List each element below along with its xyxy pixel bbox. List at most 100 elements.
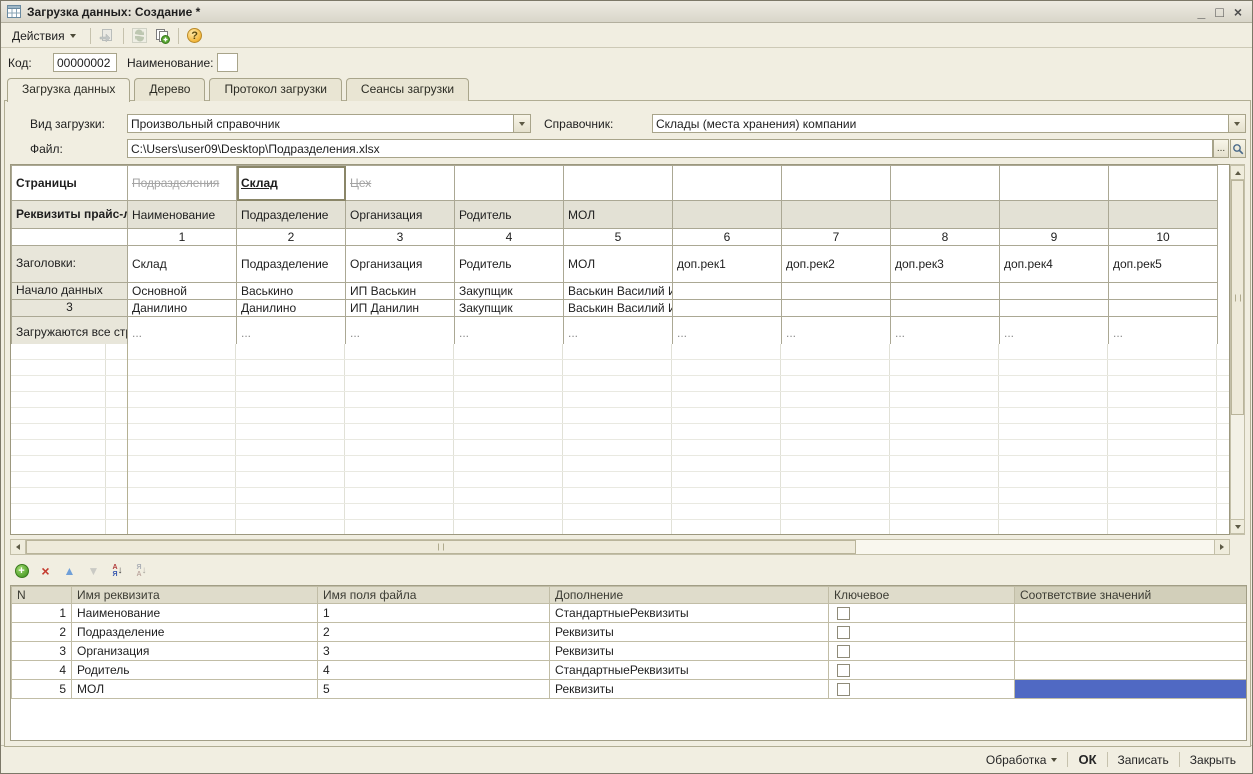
write-button[interactable]: Записать [1108,749,1179,771]
data-cell[interactable]: Основной [128,283,237,300]
column-number[interactable]: 2 [237,229,346,246]
cell-attr[interactable]: Родитель [72,661,318,680]
cell-match[interactable] [1015,604,1248,623]
copy-new-button[interactable] [153,27,171,45]
grid-horizontal-scrollbar[interactable] [10,539,1230,555]
column-number[interactable]: 1 [128,229,237,246]
key-checkbox[interactable] [837,664,850,677]
data-cell[interactable]: ИП Васькин [346,283,455,300]
header-value-cell[interactable]: доп.рек3 [891,246,1000,283]
scroll-down-button[interactable] [1231,519,1244,534]
reread-button[interactable] [98,27,116,45]
cell-attr[interactable]: Организация [72,642,318,661]
data-cell[interactable]: Васькин Василий И [564,283,673,300]
cell-key[interactable] [829,680,1015,699]
column-number[interactable]: 9 [1000,229,1109,246]
cell-extra[interactable]: СтандартныеРеквизиты [550,604,829,623]
attr-header-cell[interactable]: Наименование [128,201,237,229]
headers-row-label[interactable]: Заголовки: [12,246,128,283]
header-value-cell[interactable]: Организация [346,246,455,283]
cell-field[interactable]: 3 [318,642,550,661]
header-value-cell[interactable]: доп.рек4 [1000,246,1109,283]
tab-tree[interactable]: Дерево [134,78,205,101]
cell-match-selected[interactable] [1015,680,1248,699]
cell-n[interactable]: 1 [12,604,72,623]
cell-attr[interactable]: Наименование [72,604,318,623]
code-input[interactable]: 00000002 [53,53,117,72]
grid-empty-area[interactable] [11,344,1230,535]
data-cell[interactable] [1000,300,1109,317]
cell-attr[interactable]: Подразделение [72,623,318,642]
minimize-button[interactable]: _ [1198,5,1206,19]
maximize-button[interactable]: □ [1215,5,1223,19]
ok-button[interactable]: ОК [1068,748,1106,771]
data-cell[interactable] [782,300,891,317]
catalog-dropdown-button[interactable] [1228,115,1245,132]
cell-n[interactable]: 5 [12,680,72,699]
attr-header-cell[interactable] [673,201,782,229]
cell-key[interactable] [829,642,1015,661]
load-type-dropdown-button[interactable] [513,115,530,132]
data-cell[interactable]: ИП Данилин [346,300,455,317]
data-cell[interactable] [1109,300,1218,317]
data-cell[interactable]: Васькино [237,283,346,300]
move-up-button[interactable]: ▲ [61,563,78,580]
header-value-cell[interactable]: доп.рек2 [782,246,891,283]
cell-key[interactable] [829,604,1015,623]
close-button[interactable]: × [1234,5,1242,19]
data-cell[interactable]: Васькин Василий И [564,300,673,317]
grid-cell[interactable] [564,166,673,201]
grid-cell[interactable] [1109,166,1218,201]
cell-field[interactable]: 2 [318,623,550,642]
cell-key[interactable] [829,623,1015,642]
data-cell[interactable]: Закупщик [455,300,564,317]
cell-attr[interactable]: МОЛ [72,680,318,699]
data-cell[interactable]: Данилино [237,300,346,317]
grid-cell[interactable] [455,166,564,201]
cell-extra[interactable]: СтандартныеРеквизиты [550,661,829,680]
process-menu-button[interactable]: Обработка [976,749,1068,771]
column-number[interactable]: 5 [564,229,673,246]
cell-extra[interactable]: Реквизиты [550,623,829,642]
cell-field[interactable]: 4 [318,661,550,680]
attr-header-cell[interactable]: МОЛ [564,201,673,229]
sheet-cell[interactable]: Цех [346,166,455,201]
name-input[interactable] [217,53,238,72]
header-value-cell[interactable]: доп.рек1 [673,246,782,283]
file-input[interactable]: C:\Users\user09\Desktop\Подразделения.xl… [127,139,1213,158]
data-cell[interactable]: Данилино [128,300,237,317]
scroll-left-button[interactable] [11,540,26,554]
column-number[interactable]: 10 [1109,229,1218,246]
cell-match[interactable] [1015,623,1248,642]
sort-ascending-button[interactable]: АЯ ↓ [109,563,126,580]
header-value-cell[interactable]: Подразделение [237,246,346,283]
cell-n[interactable]: 2 [12,623,72,642]
sheet-cell-active[interactable]: Склад [237,166,346,201]
cell-match[interactable] [1015,642,1248,661]
data-cell[interactable] [673,300,782,317]
attr-header-cell[interactable]: Организация [346,201,455,229]
file-search-button[interactable] [1230,139,1246,158]
column-number[interactable]: 6 [673,229,782,246]
sheet-cell[interactable]: Подразделения [128,166,237,201]
pages-row-label[interactable]: Страницы [12,166,128,201]
data-cell[interactable] [891,300,1000,317]
data-cell[interactable] [1109,283,1218,300]
row-number-label[interactable]: 3 [12,300,128,317]
close-form-button[interactable]: Закрыть [1180,749,1246,771]
cell-extra[interactable]: Реквизиты [550,680,829,699]
cell-field[interactable]: 5 [318,680,550,699]
cell-field[interactable]: 1 [318,604,550,623]
key-checkbox[interactable] [837,645,850,658]
header-value-cell[interactable]: Родитель [455,246,564,283]
attr-header-cell[interactable] [1109,201,1218,229]
tab-load-protocol[interactable]: Протокол загрузки [209,78,341,101]
data-cell[interactable] [673,283,782,300]
attr-header-cell[interactable] [782,201,891,229]
grid-corner-cell[interactable] [12,229,128,246]
header-value-cell[interactable]: Склад [128,246,237,283]
horizontal-scroll-thumb[interactable] [26,540,856,554]
sort-descending-button[interactable]: ЯА ↓ [133,563,150,580]
delete-row-button[interactable]: × [37,563,54,580]
key-checkbox[interactable] [837,607,850,620]
